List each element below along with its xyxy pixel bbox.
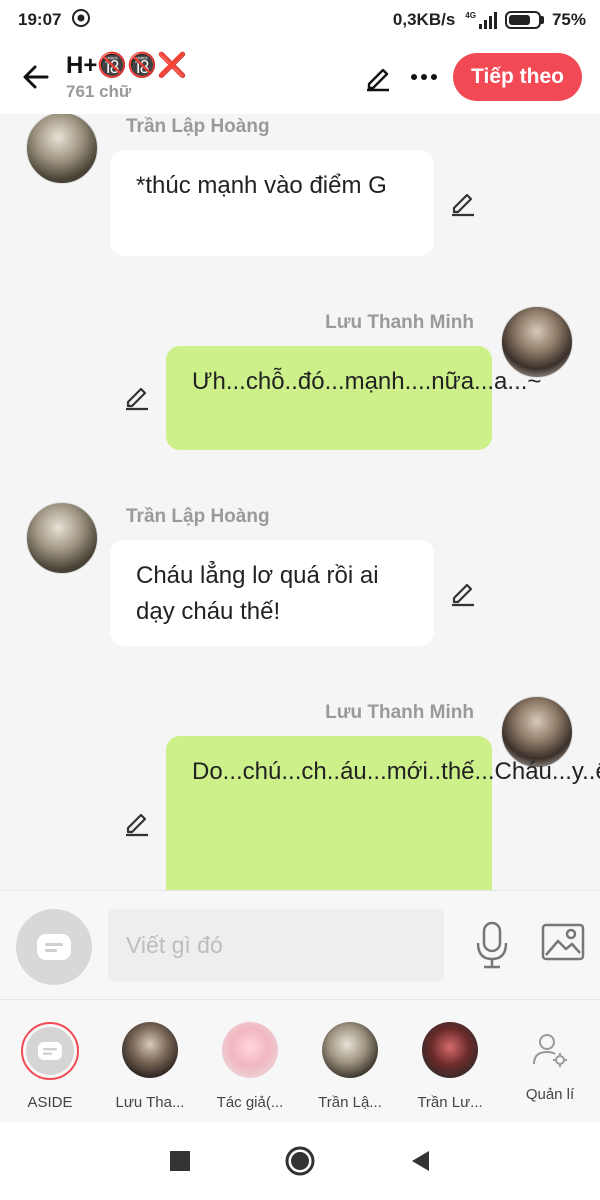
home-circle-icon: [285, 1146, 315, 1176]
aside-avatar: [21, 1022, 79, 1080]
character-author[interactable]: Tác giả(...: [200, 1000, 300, 1122]
character-label: Trần Lậ...: [318, 1094, 382, 1111]
recents-button[interactable]: [120, 1150, 240, 1172]
aside-toggle-button[interactable]: [16, 909, 92, 985]
signal-icon: 4G: [465, 11, 497, 29]
network-speed: 0,3KB/s: [392, 10, 456, 29]
chat-area[interactable]: Trần Lập Hoàng *thúc mạnh vào điểm G Lưu…: [0, 114, 600, 890]
manage-characters-button[interactable]: Quản lí: [500, 1000, 600, 1122]
sender-name: Trần Lập Hoàng: [126, 506, 270, 527]
triangle-back-icon: [412, 1151, 429, 1171]
sender-name: Lưu Thanh Minh: [325, 312, 474, 333]
aside-note-icon: [37, 934, 71, 960]
edit-message-icon[interactable]: [122, 382, 152, 412]
edit-message-icon[interactable]: [448, 188, 478, 218]
avatar-tran-lap-hoang[interactable]: [26, 502, 98, 574]
story-header: H+🔞🔞❌ 761 chữ Tiếp theo: [0, 40, 600, 114]
status-bar: 19:07 0,3KB/s 4G 75%: [0, 0, 600, 40]
edit-title-button[interactable]: [361, 60, 395, 94]
character-label: ASIDE: [27, 1094, 73, 1111]
message-bubble[interactable]: Do...chú...ch..áu...mới..thế...Cháu...y.…: [166, 736, 600, 890]
character-label: Trần Lư...: [417, 1094, 483, 1111]
sender-name: Lưu Thanh Minh: [325, 702, 474, 723]
system-nav-bar: [0, 1122, 600, 1200]
manage-label: Quản lí: [525, 1086, 575, 1103]
user-settings-icon: [533, 1034, 567, 1067]
sender-name: Trần Lập Hoàng: [126, 116, 270, 137]
back-arrow-icon: [23, 65, 49, 89]
character-label: Tác giả(...: [216, 1094, 284, 1111]
message-bubble[interactable]: *thúc mạnh vào điểm G: [110, 150, 434, 256]
character-tran-lap-hoang[interactable]: Trần Lậ...: [300, 1000, 400, 1122]
message-bubble[interactable]: Cháu lẳng lơ quá rồi ai dạy cháu thế!: [110, 540, 434, 646]
avatar: [422, 1022, 478, 1078]
edit-message-icon[interactable]: [448, 578, 478, 608]
aside-note-icon: [38, 1042, 62, 1060]
avatar: [322, 1022, 378, 1078]
vpn-icon: [71, 8, 91, 33]
character-bar: ASIDE Lưu Tha... Tác giả(... Trần Lậ... …: [0, 1000, 600, 1122]
status-time: 19:07: [18, 10, 62, 29]
next-button[interactable]: Tiếp theo: [453, 53, 582, 101]
battery-percent: 75%: [551, 10, 586, 29]
character-tran-luu[interactable]: Trần Lư...: [400, 1000, 500, 1122]
message-bubble[interactable]: Ưh...chỗ..đó...mạnh....nữa...a...~: [166, 346, 541, 450]
character-luu-thanh-minh[interactable]: Lưu Tha...: [100, 1000, 200, 1122]
avatar: [222, 1022, 278, 1078]
more-dots-icon: [411, 74, 438, 80]
home-button[interactable]: [240, 1145, 360, 1177]
more-options-button[interactable]: [407, 60, 441, 94]
title-block: H+🔞🔞❌ 761 chữ: [66, 51, 361, 103]
character-label: Lưu Tha...: [115, 1094, 185, 1111]
avatar: [122, 1022, 178, 1078]
image-icon[interactable]: [540, 919, 586, 965]
microphone-icon[interactable]: [472, 921, 512, 969]
back-button[interactable]: [18, 59, 54, 95]
edit-message-icon[interactable]: [122, 808, 152, 838]
message-input[interactable]: Viết gì đó: [108, 909, 444, 981]
battery-icon: [504, 11, 544, 29]
story-title: H+🔞🔞❌: [66, 52, 187, 79]
word-count: 761 chữ: [66, 82, 132, 101]
square-icon: [170, 1151, 190, 1171]
character-aside[interactable]: ASIDE: [0, 1000, 100, 1122]
avatar-tran-lap-hoang[interactable]: [26, 114, 98, 184]
pencil-icon: [367, 68, 390, 92]
back-nav-button[interactable]: [360, 1149, 480, 1173]
composer-bar: Viết gì đó: [0, 890, 600, 1000]
